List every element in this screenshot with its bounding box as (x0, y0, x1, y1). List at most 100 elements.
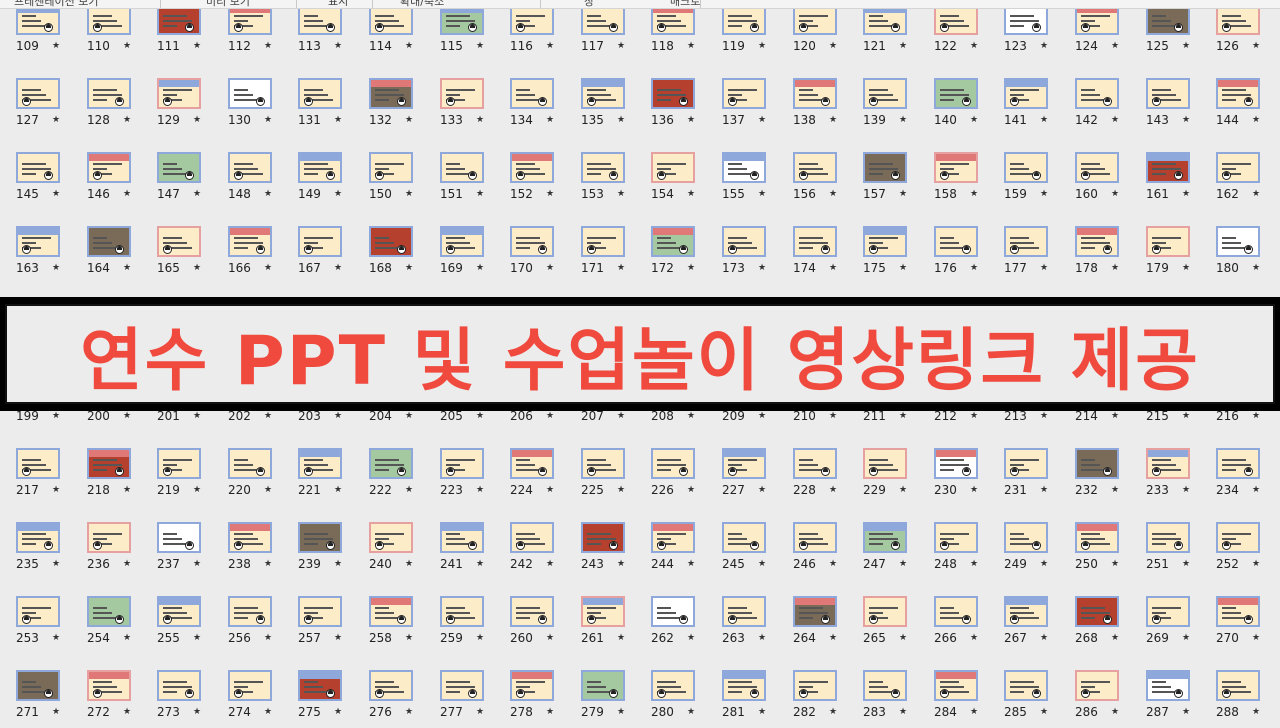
slide-thumbnail[interactable] (16, 226, 60, 257)
slide-thumbnail[interactable] (934, 448, 978, 479)
slide-item[interactable]: 143 ★ (1130, 62, 1200, 136)
slide-item[interactable]: 124 ★ (1059, 0, 1129, 62)
slide-item[interactable]: 250 ★ (1059, 506, 1129, 580)
slide-thumbnail[interactable] (369, 522, 413, 553)
slide-thumbnail[interactable] (1004, 152, 1048, 183)
slide-item[interactable]: 159 ★ (988, 136, 1058, 210)
slide-item[interactable]: 117 ★ (565, 0, 635, 62)
slide-item[interactable]: 136 ★ (635, 62, 705, 136)
slide-thumbnail[interactable] (722, 522, 766, 553)
slide-thumbnail[interactable] (722, 448, 766, 479)
slide-thumbnail[interactable] (510, 448, 554, 479)
slide-thumbnail[interactable] (1216, 226, 1260, 257)
slide-item[interactable]: 158 ★ (918, 136, 988, 210)
slide-item[interactable]: 150 ★ (353, 136, 423, 210)
slide-thumbnail[interactable] (369, 670, 413, 701)
slide-item[interactable]: 110 ★ (71, 0, 141, 62)
slide-item[interactable]: 258 ★ (353, 580, 423, 654)
slide-thumbnail[interactable] (581, 522, 625, 553)
slide-thumbnail[interactable] (722, 226, 766, 257)
slide-thumbnail[interactable] (440, 226, 484, 257)
slide-item[interactable]: 232 ★ (1059, 432, 1129, 506)
slide-thumbnail[interactable] (581, 596, 625, 627)
slide-item[interactable]: 272 ★ (71, 654, 141, 728)
slide-item[interactable]: 126 ★ (1200, 0, 1270, 62)
slide-item[interactable]: 249 ★ (988, 506, 1058, 580)
slide-item[interactable]: 282 ★ (777, 654, 847, 728)
slide-item[interactable]: 278 ★ (494, 654, 564, 728)
slide-item[interactable]: 270 ★ (1200, 580, 1270, 654)
slide-item[interactable]: 153 ★ (565, 136, 635, 210)
slide-item[interactable]: 178 ★ (1059, 210, 1129, 284)
slide-thumbnail[interactable] (16, 596, 60, 627)
slide-thumbnail[interactable] (369, 448, 413, 479)
slide-thumbnail[interactable] (298, 448, 342, 479)
slide-item[interactable]: 276 ★ (353, 654, 423, 728)
slide-thumbnail[interactable] (793, 448, 837, 479)
slide-item[interactable]: 163 ★ (0, 210, 70, 284)
slide-thumbnail[interactable] (1146, 522, 1190, 553)
slide-thumbnail[interactable] (87, 78, 131, 109)
slide-thumbnail[interactable] (581, 226, 625, 257)
slide-thumbnail[interactable] (1216, 596, 1260, 627)
slide-item[interactable]: 174 ★ (777, 210, 847, 284)
slide-thumbnail[interactable] (651, 226, 695, 257)
slide-item[interactable]: 173 ★ (706, 210, 776, 284)
slide-item[interactable]: 160 ★ (1059, 136, 1129, 210)
slide-thumbnail[interactable] (228, 226, 272, 257)
slide-item[interactable]: 123 ★ (988, 0, 1058, 62)
slide-item[interactable]: 115 ★ (424, 0, 494, 62)
slide-item[interactable]: 255 ★ (141, 580, 211, 654)
slide-item[interactable]: 176 ★ (918, 210, 988, 284)
slide-item[interactable]: 219 ★ (141, 432, 211, 506)
slide-thumbnail[interactable] (16, 152, 60, 183)
slide-item[interactable]: 135 ★ (565, 62, 635, 136)
slide-thumbnail[interactable] (1075, 522, 1119, 553)
slide-item[interactable]: 277 ★ (424, 654, 494, 728)
slide-thumbnail[interactable] (440, 670, 484, 701)
slide-thumbnail[interactable] (157, 522, 201, 553)
slide-thumbnail[interactable] (581, 670, 625, 701)
slide-item[interactable]: 142 ★ (1059, 62, 1129, 136)
slide-thumbnail[interactable] (722, 596, 766, 627)
slide-thumbnail[interactable] (440, 448, 484, 479)
slide-thumbnail[interactable] (157, 596, 201, 627)
slide-item[interactable]: 254 ★ (71, 580, 141, 654)
slide-thumbnail[interactable] (510, 596, 554, 627)
slide-item[interactable]: 113 ★ (282, 0, 352, 62)
slide-thumbnail[interactable] (298, 226, 342, 257)
slide-item[interactable]: 149 ★ (282, 136, 352, 210)
slide-item[interactable]: 240 ★ (353, 506, 423, 580)
slide-thumbnail[interactable] (157, 226, 201, 257)
slide-item[interactable]: 281 ★ (706, 654, 776, 728)
slide-thumbnail[interactable] (863, 152, 907, 183)
slide-thumbnail[interactable] (1216, 522, 1260, 553)
slide-item[interactable]: 257 ★ (282, 580, 352, 654)
slide-item[interactable]: 286 ★ (1059, 654, 1129, 728)
slide-item[interactable]: 228 ★ (777, 432, 847, 506)
slide-item[interactable]: 125 ★ (1130, 0, 1200, 62)
slide-item[interactable]: 171 ★ (565, 210, 635, 284)
slide-item[interactable]: 118 ★ (635, 0, 705, 62)
slide-thumbnail[interactable] (1146, 226, 1190, 257)
slide-item[interactable]: 261 ★ (565, 580, 635, 654)
slide-thumbnail[interactable] (581, 152, 625, 183)
slide-item[interactable]: 227 ★ (706, 432, 776, 506)
slide-thumbnail[interactable] (87, 152, 131, 183)
slide-thumbnail[interactable] (651, 670, 695, 701)
slide-item[interactable]: 156 ★ (777, 136, 847, 210)
slide-thumbnail[interactable] (440, 78, 484, 109)
slide-item[interactable]: 239 ★ (282, 506, 352, 580)
slide-item[interactable]: 112 ★ (212, 0, 282, 62)
slide-thumbnail[interactable] (369, 152, 413, 183)
slide-item[interactable]: 243 ★ (565, 506, 635, 580)
slide-thumbnail[interactable] (87, 226, 131, 257)
slide-thumbnail[interactable] (1146, 78, 1190, 109)
slide-thumbnail[interactable] (16, 670, 60, 701)
slide-item[interactable]: 263 ★ (706, 580, 776, 654)
slide-thumbnail[interactable] (934, 522, 978, 553)
slide-thumbnail[interactable] (1216, 78, 1260, 109)
slide-thumbnail[interactable] (87, 670, 131, 701)
slide-item[interactable]: 223 ★ (424, 432, 494, 506)
slide-item[interactable]: 155 ★ (706, 136, 776, 210)
